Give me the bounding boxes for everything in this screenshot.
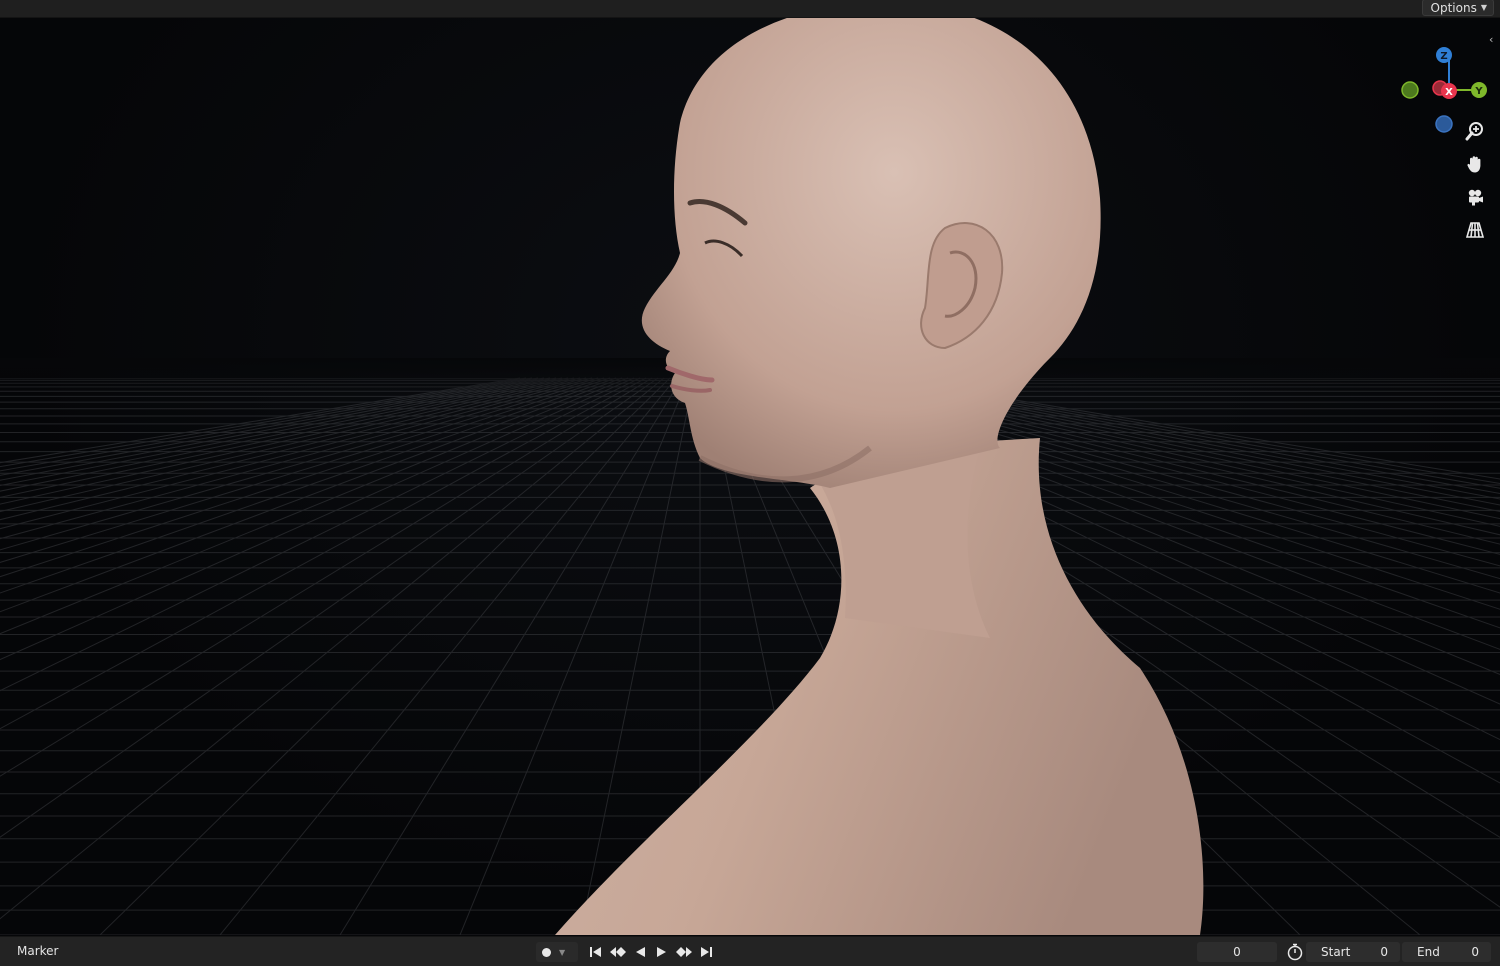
chevron-down-icon[interactable]: ▼ [559,948,565,957]
neg-z-axis-handle[interactable] [1435,115,1453,133]
options-dropdown[interactable]: Options ▼ [1421,0,1494,16]
start-frame-field[interactable]: Start 0 [1306,942,1400,962]
next-keyframe-icon[interactable] [673,942,695,962]
start-label: Start [1321,945,1351,959]
play-icon[interactable] [651,942,673,962]
auto-keying-toggle[interactable]: ▼ [536,942,578,962]
perspective-grid-icon[interactable] [1462,217,1488,243]
pan-hand-icon[interactable] [1462,151,1488,177]
options-label: Options [1430,0,1477,15]
z-axis-label: Z [1440,51,1447,62]
y-axis-label: Y [1474,86,1483,97]
end-label: End [1417,945,1440,959]
end-value: 0 [1471,945,1479,959]
jump-end-icon[interactable] [695,942,717,962]
timeline-bar: Marker ▼ 0 Start 0 End 0 [0,936,1500,966]
play-reverse-icon[interactable] [629,942,651,962]
record-icon[interactable] [542,947,551,957]
prev-keyframe-icon[interactable] [607,942,629,962]
camera-view-icon[interactable] [1462,184,1488,210]
3d-viewport[interactable]: ‹ Z Y X [0,18,1500,935]
scene-render [0,18,1500,935]
stopwatch-icon[interactable] [1285,942,1305,962]
zoom-icon[interactable] [1462,118,1488,144]
chevron-down-icon: ▼ [1480,2,1487,12]
jump-start-icon[interactable] [585,942,607,962]
viewport-header: Options ▼ [0,0,1500,18]
end-frame-field[interactable]: End 0 [1402,942,1491,962]
marker-menu[interactable]: Marker [17,944,58,958]
start-value: 0 [1380,945,1388,959]
x-axis-label: X [1445,87,1453,98]
neg-y-axis-handle[interactable] [1401,81,1419,99]
current-frame-field[interactable]: 0 [1197,942,1277,962]
playback-controls [585,942,717,962]
